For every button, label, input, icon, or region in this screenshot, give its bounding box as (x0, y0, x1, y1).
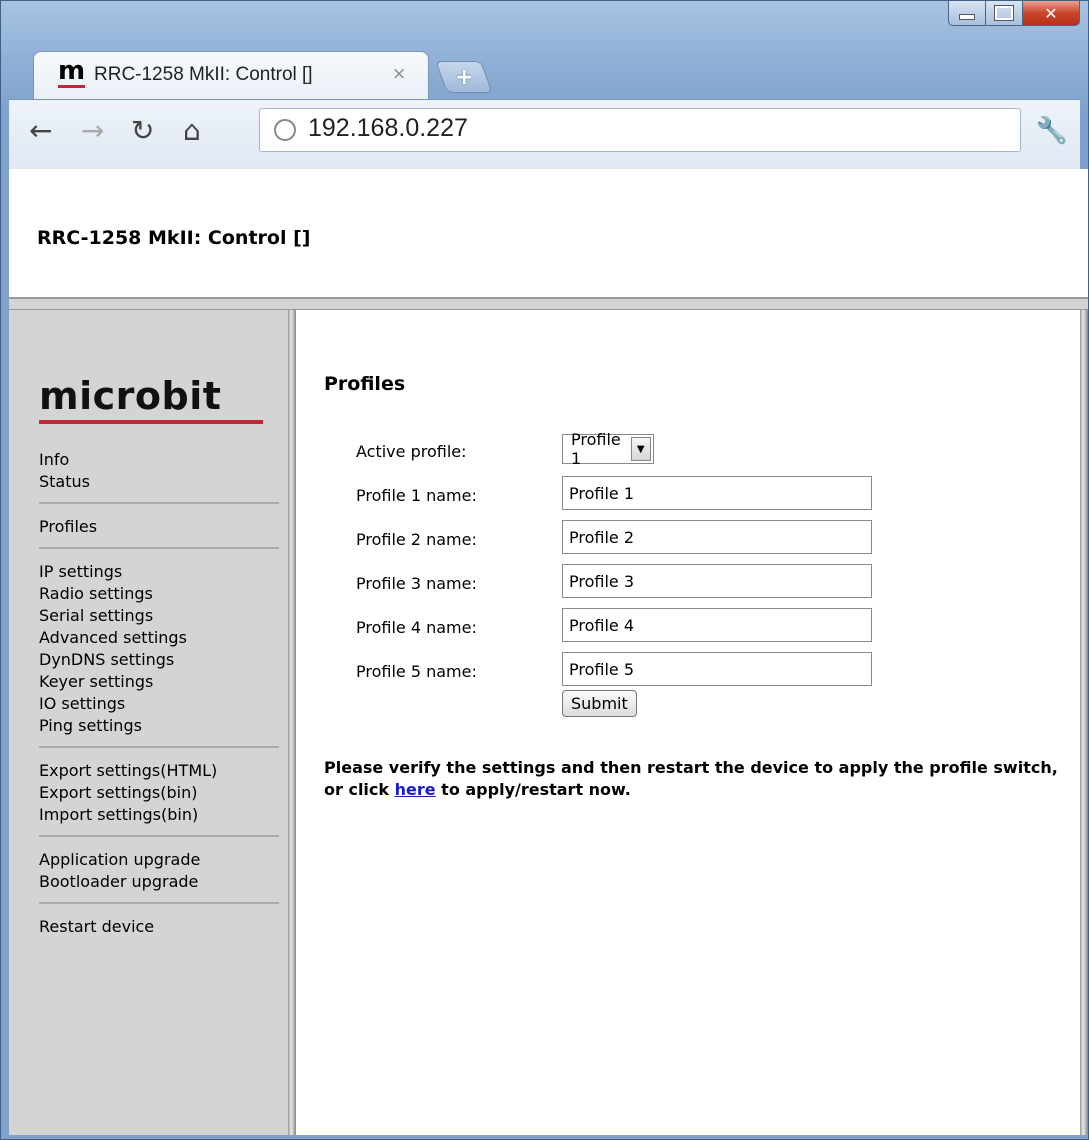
sidebar-item-restart-device[interactable]: Restart device (39, 916, 279, 938)
submit-button[interactable]: Submit (562, 690, 637, 717)
restart-note: Please verify the settings and then rest… (324, 757, 1064, 801)
back-arrow-icon[interactable]: ← (29, 114, 52, 147)
profile-name-label: Profile 5 name: (356, 662, 477, 681)
profile-1-name-field[interactable] (562, 476, 872, 510)
profile-4-name-field[interactable] (562, 608, 872, 642)
active-profile-label: Active profile: (356, 442, 467, 461)
profile-3-name-field[interactable] (562, 564, 872, 598)
divider (39, 547, 279, 549)
address-bar[interactable]: 192.168.0.227 (259, 108, 1021, 152)
plus-icon: + (454, 64, 474, 90)
browser-tab[interactable]: m RRC-1258 MkII: Control [] × (33, 51, 429, 99)
reload-icon[interactable]: ↻ (131, 114, 154, 147)
profile-2-name-field[interactable] (562, 520, 872, 554)
active-profile-select[interactable]: Profile 1 ▼ (562, 430, 654, 468)
divider (39, 746, 279, 748)
profile-name-label: Profile 1 name: (356, 486, 477, 505)
sidebar-item-keyer-settings[interactable]: Keyer settings (39, 671, 279, 693)
new-tab-button[interactable]: + (435, 61, 493, 93)
window-controls: ✕ (948, 1, 1080, 26)
microbit-favicon-icon: m (58, 56, 86, 88)
section-heading: Profiles (324, 373, 406, 395)
wrench-icon[interactable]: 🔧 (1036, 116, 1068, 146)
page-content: RRC-1258 MkII: Control [] microbit Info … (9, 169, 1088, 1135)
chevron-down-icon: ▼ (630, 437, 651, 461)
microbit-logo: microbit (39, 374, 222, 418)
profile-name-label: Profile 4 name: (356, 618, 477, 637)
forward-arrow-icon[interactable]: → (81, 114, 104, 147)
close-window-button[interactable]: ✕ (1023, 1, 1080, 26)
sidebar-item-export-bin[interactable]: Export settings(bin) (39, 782, 279, 804)
sidebar-item-radio-settings[interactable]: Radio settings (39, 583, 279, 605)
profile-name-label: Profile 2 name: (356, 530, 477, 549)
divider (39, 502, 279, 504)
profile-name-label: Profile 3 name: (356, 574, 477, 593)
sidebar-nav: Info Status Profiles IP settings Radio s… (39, 449, 279, 938)
profile-5-name-field[interactable] (562, 652, 872, 686)
divider (39, 835, 279, 837)
apply-restart-link[interactable]: here (395, 780, 436, 799)
sidebar-item-io-settings[interactable]: IO settings (39, 693, 279, 715)
home-icon[interactable]: ⌂ (183, 114, 201, 147)
url-text: 192.168.0.227 (308, 114, 468, 142)
main-panel: Profiles Active profile: Profile 1 ▼ Pro… (306, 310, 1088, 1135)
sidebar: microbit Info Status Profiles IP setting… (9, 310, 296, 1135)
browser-toolbar: ← → ↻ ⌂ 192.168.0.227 🔧 (9, 99, 1080, 170)
sidebar-item-bootloader-upgrade[interactable]: Bootloader upgrade (39, 871, 279, 893)
sidebar-item-import-bin[interactable]: Import settings(bin) (39, 804, 279, 826)
page-header: RRC-1258 MkII: Control [] (9, 169, 1088, 299)
sidebar-item-advanced-settings[interactable]: Advanced settings (39, 627, 279, 649)
minimize-button[interactable] (948, 1, 986, 26)
sidebar-item-status[interactable]: Status (39, 471, 279, 493)
divider (39, 902, 279, 904)
tab-title: RRC-1258 MkII: Control [] (94, 64, 313, 85)
sidebar-item-profiles[interactable]: Profiles (39, 516, 279, 538)
sidebar-item-application-upgrade[interactable]: Application upgrade (39, 849, 279, 871)
logo-underline (39, 420, 263, 424)
active-profile-value: Profile 1 (571, 430, 621, 468)
sidebar-item-export-html[interactable]: Export settings(HTML) (39, 760, 279, 782)
sidebar-item-ip-settings[interactable]: IP settings (39, 561, 279, 583)
page-title: RRC-1258 MkII: Control [] (37, 227, 311, 249)
sidebar-item-ping-settings[interactable]: Ping settings (39, 715, 279, 737)
globe-icon (274, 119, 296, 141)
sidebar-item-serial-settings[interactable]: Serial settings (39, 605, 279, 627)
sidebar-item-info[interactable]: Info (39, 449, 279, 471)
sidebar-item-dyndns-settings[interactable]: DynDNS settings (39, 649, 279, 671)
tab-close-icon[interactable]: × (392, 64, 406, 84)
note-text-end: to apply/restart now. (435, 780, 631, 799)
maximize-button[interactable] (986, 1, 1023, 26)
browser-window: ✕ m RRC-1258 MkII: Control [] × + ← → ↻ … (0, 0, 1089, 1140)
